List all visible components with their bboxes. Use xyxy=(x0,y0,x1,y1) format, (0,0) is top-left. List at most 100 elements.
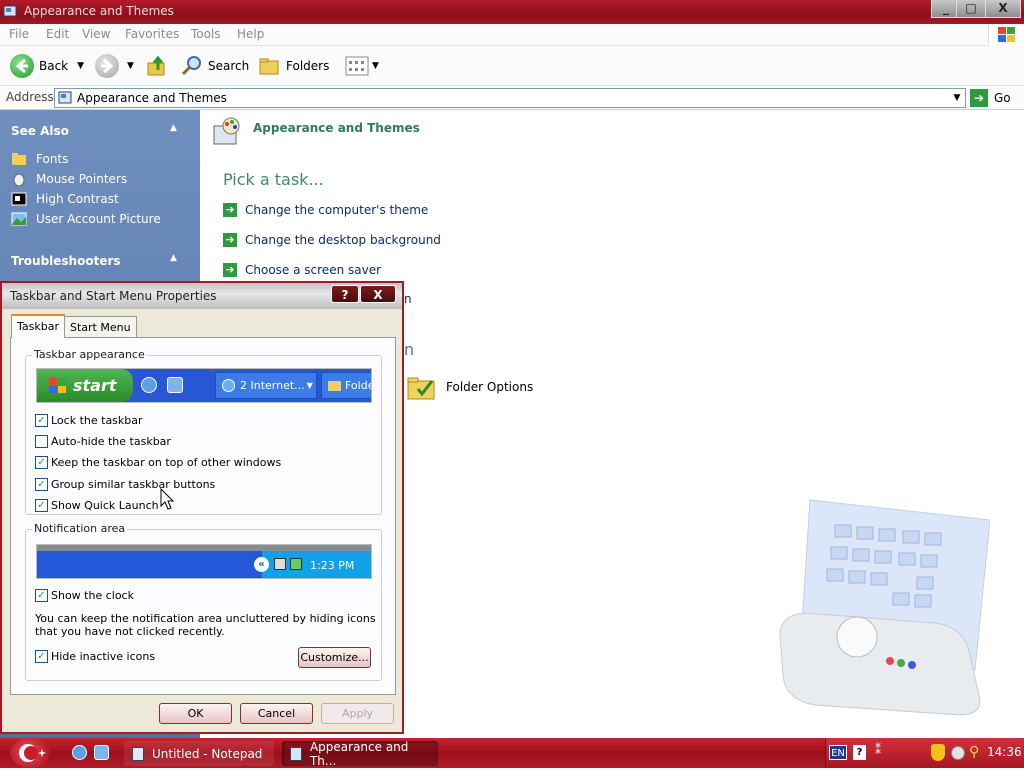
pane-item-mouse-pointers[interactable]: Mouse Pointers xyxy=(11,170,127,188)
checkbox-checked-icon: ✓ xyxy=(35,649,48,663)
address-field[interactable]: Appearance and Themes ▼ xyxy=(54,88,966,108)
task-label: Change the computer's theme xyxy=(245,203,429,217)
hide-inactive-checkbox[interactable]: ✓ Hide inactive icons xyxy=(35,649,155,663)
windows-logo-icon xyxy=(988,24,1024,46)
toolbar: Back ▼ ▼ Search Folders ▼ xyxy=(0,46,1024,86)
network-icon[interactable] xyxy=(951,746,965,760)
quicklaunch-icon[interactable] xyxy=(94,745,109,760)
menu-file[interactable]: File xyxy=(9,27,29,41)
taskbar-item-label: Untitled - Notepad xyxy=(152,746,263,761)
search-button[interactable]: Search xyxy=(180,54,249,78)
pane-item-high-contrast[interactable]: High Contrast xyxy=(11,190,119,208)
forward-dropdown-icon[interactable]: ▼ xyxy=(127,61,134,71)
pane-item-user-account-picture[interactable]: User Account Picture xyxy=(11,210,161,228)
pick-task-heading: Pick a task... xyxy=(223,170,324,189)
quick-launch-checkbox[interactable]: ✓ Show Quick Launch xyxy=(35,498,159,512)
picture-icon xyxy=(11,212,27,226)
menu-tools[interactable]: Tools xyxy=(191,27,221,41)
menu-bar: File Edit View Favorites Tools Help xyxy=(0,24,1024,46)
customize-button[interactable]: Customize... xyxy=(298,647,371,668)
system-tray: EN ? ⁑ ⚲ 14:36 xyxy=(825,738,1024,768)
ie-quicklaunch-icon[interactable] xyxy=(72,745,87,760)
task-label-partial[interactable]: n xyxy=(404,292,412,306)
security-shield-icon[interactable] xyxy=(931,744,945,761)
auto-hide-checkbox[interactable]: Auto-hide the taskbar xyxy=(35,434,171,448)
fonts-folder-icon xyxy=(12,153,26,165)
tray-small-icon[interactable]: ⁑ xyxy=(875,743,881,757)
address-dropdown-icon[interactable]: ▼ xyxy=(949,89,965,107)
menu-favorites[interactable]: Favorites xyxy=(125,27,179,41)
back-dropdown-icon[interactable]: ▼ xyxy=(77,61,84,71)
checkbox-label: Show the clock xyxy=(51,588,134,602)
folder-options-icon-item[interactable]: Folder Options xyxy=(406,372,533,402)
folder-options-icon xyxy=(407,377,435,400)
task-screen-saver[interactable]: ➔ Choose a screen saver xyxy=(223,262,381,278)
views-icon xyxy=(345,56,369,76)
help-icon[interactable]: ? xyxy=(853,745,866,760)
pane-item-fonts[interactable]: Fonts xyxy=(11,150,68,168)
show-clock-checkbox[interactable]: ✓ Show the clock xyxy=(35,588,134,602)
group-buttons-checkbox[interactable]: ✓ Group similar taskbar buttons xyxy=(35,477,215,491)
pane-item-label: Fonts xyxy=(36,152,69,166)
tab-start-menu[interactable]: Start Menu xyxy=(64,316,137,338)
checkbox-checked-icon: ✓ xyxy=(35,498,48,512)
task-change-theme[interactable]: ➔ Change the computer's theme xyxy=(223,202,428,218)
search-icon[interactable]: ⚲ xyxy=(969,744,979,760)
taskbar-item-appearance[interactable]: Appearance and Th... xyxy=(282,740,438,768)
notepad-icon xyxy=(132,746,144,761)
views-button[interactable]: ▼ xyxy=(345,54,379,78)
show-hidden-icons-chevron-icon: « xyxy=(254,557,269,572)
folders-label: Folders xyxy=(286,59,330,73)
checkbox-label: Keep the taskbar on top of other windows xyxy=(51,455,282,469)
go-button[interactable]: ➔ Go xyxy=(970,88,1022,108)
menu-edit[interactable]: Edit xyxy=(46,27,69,41)
collapse-chevron-icon[interactable]: ▲ xyxy=(170,253,177,263)
keep-on-top-checkbox[interactable]: ✓ Keep the taskbar on top of other windo… xyxy=(35,455,281,469)
troubleshooters-header[interactable]: Troubleshooters ▲ xyxy=(0,249,200,273)
task-label: Choose a screen saver xyxy=(245,263,382,277)
pane-item-label: User Account Picture xyxy=(36,212,161,226)
checkbox-label: Auto-hide the taskbar xyxy=(51,434,171,448)
ok-button[interactable]: OK xyxy=(159,703,232,724)
up-folder-button[interactable] xyxy=(145,54,169,78)
taskbar: Untitled - Notepad Appearance and Th... … xyxy=(0,738,1024,768)
notification-area-group: Notification area « 1:23 PM ✓ Show the c… xyxy=(25,522,382,681)
checkbox-checked-icon: ✓ xyxy=(35,588,48,602)
language-indicator[interactable]: EN xyxy=(829,745,847,760)
group-label: Notification area xyxy=(32,522,128,535)
address-label: Address xyxy=(6,90,54,104)
back-arrow-icon xyxy=(10,54,34,78)
dialog-close-button[interactable]: X xyxy=(360,285,396,303)
search-icon xyxy=(181,56,201,76)
see-also-title: See Also xyxy=(11,124,69,138)
back-button[interactable]: Back ▼ xyxy=(10,54,84,78)
checkbox-checked-icon: ✓ xyxy=(35,413,48,427)
address-bar: Address Appearance and Themes ▼ ➔ Go xyxy=(0,86,1024,110)
task-change-background[interactable]: ➔ Change the desktop background xyxy=(223,232,441,248)
window-titlebar[interactable]: Appearance and Themes _ □ X xyxy=(0,0,1024,24)
see-also-header[interactable]: See Also ▲ xyxy=(0,119,200,143)
clock-preview: 1:23 PM xyxy=(310,559,355,572)
lock-taskbar-checkbox[interactable]: ✓ Lock the taskbar xyxy=(35,413,143,427)
taskbar-item-notepad[interactable]: Untitled - Notepad xyxy=(124,741,274,766)
start-button[interactable] xyxy=(10,738,50,768)
notification-preview: « 1:23 PM xyxy=(36,544,372,579)
close-button[interactable]: X xyxy=(985,0,1021,18)
dialog-titlebar[interactable]: Taskbar and Start Menu Properties ? X xyxy=(2,283,402,309)
cancel-button[interactable]: Cancel xyxy=(240,703,313,724)
help-button[interactable]: ? xyxy=(331,285,359,303)
forward-button[interactable]: ▼ xyxy=(95,54,134,78)
address-value: Appearance and Themes xyxy=(77,91,227,105)
back-label: Back xyxy=(39,59,69,73)
collapse-chevron-icon[interactable]: ▲ xyxy=(170,123,177,133)
tray-clock[interactable]: 14:36 xyxy=(987,745,1022,759)
tab-taskbar[interactable]: Taskbar xyxy=(11,314,65,338)
maximize-button[interactable]: □ xyxy=(956,0,986,18)
pane-item-label: High Contrast xyxy=(36,192,119,206)
taskbar-appearance-group: Taskbar appearance start 2 Internet... ▼ xyxy=(25,348,382,515)
category-title: Appearance and Themes xyxy=(253,121,420,135)
menu-view[interactable]: View xyxy=(82,27,110,41)
apply-button[interactable]: Apply xyxy=(321,703,394,724)
menu-help[interactable]: Help xyxy=(237,27,264,41)
folders-button[interactable]: Folders xyxy=(258,54,329,78)
